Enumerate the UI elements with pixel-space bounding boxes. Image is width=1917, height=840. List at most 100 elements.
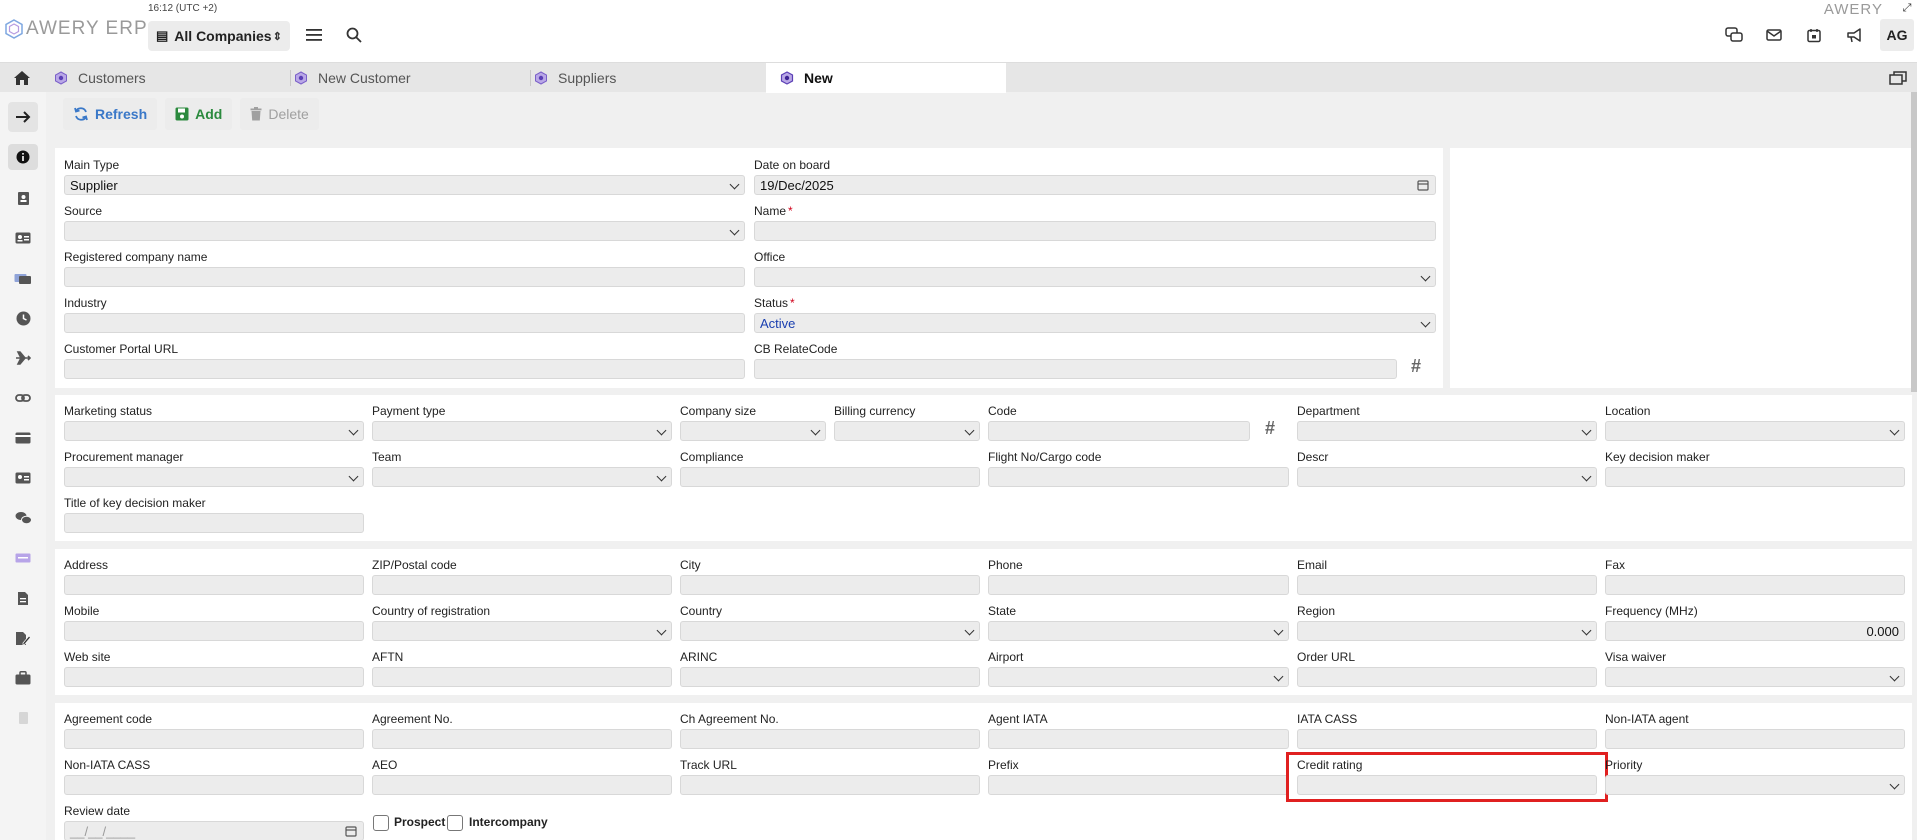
state-select[interactable] <box>988 621 1289 641</box>
sidebar-purple-card-icon[interactable] <box>10 545 36 571</box>
source-select[interactable] <box>64 221 745 241</box>
sidebar-id-card-icon[interactable] <box>10 225 36 251</box>
team-select[interactable] <box>372 467 672 487</box>
add-button[interactable]: Add <box>165 98 233 130</box>
tab-customers[interactable]: Customers <box>40 63 290 93</box>
email-input[interactable] <box>1297 575 1597 595</box>
payment-type-select[interactable] <box>372 421 672 441</box>
main-type-select[interactable]: Supplier <box>64 175 745 195</box>
prospect-checkbox[interactable] <box>373 815 389 831</box>
office-select[interactable] <box>754 267 1436 287</box>
refresh-button[interactable]: Refresh <box>63 98 158 130</box>
billing-currency-select[interactable] <box>834 421 980 441</box>
cb-relate-input[interactable] <box>754 359 1397 379</box>
ch-agreement-no-input[interactable] <box>680 729 980 749</box>
status-select[interactable]: Active <box>754 313 1436 333</box>
hamburger-menu-icon[interactable] <box>302 23 326 47</box>
non-iata-cass-input[interactable] <box>64 775 364 795</box>
app-logo[interactable]: AWERY ERP <box>4 18 148 40</box>
tab-suppliers[interactable]: Suppliers <box>520 63 770 93</box>
flight-no-input[interactable] <box>988 467 1289 487</box>
airport-label: Airport <box>988 650 1024 664</box>
sidebar-contact-book-icon[interactable] <box>10 185 36 211</box>
visa-waiver-select[interactable] <box>1605 667 1905 687</box>
company-size-select[interactable] <box>680 421 826 441</box>
scrollbar[interactable] <box>1911 92 1917 392</box>
sidebar-credit-card-icon[interactable] <box>10 425 36 451</box>
region-select[interactable] <box>1297 621 1597 641</box>
sidebar-briefcase-icon[interactable] <box>10 665 36 691</box>
search-icon[interactable] <box>342 23 366 47</box>
sidebar-document-icon[interactable] <box>10 585 36 611</box>
marketing-status-select[interactable] <box>64 421 364 441</box>
key-decision-maker-input[interactable] <box>1605 467 1905 487</box>
sidebar-clock-icon[interactable] <box>10 305 36 331</box>
compliance-input[interactable] <box>680 467 980 487</box>
home-icon[interactable] <box>12 68 32 88</box>
sidebar-info-icon[interactable] <box>8 144 38 170</box>
arinc-input[interactable] <box>680 667 980 687</box>
descr-select[interactable] <box>1297 467 1597 487</box>
sidebar-comments-icon[interactable] <box>10 505 36 531</box>
procurement-manager-select[interactable] <box>64 467 364 487</box>
date-on-board-input[interactable]: 19/Dec/2025 <box>754 175 1436 195</box>
agreement-code-input[interactable] <box>64 729 364 749</box>
sidebar-edit-document-icon[interactable] <box>10 625 36 651</box>
code-input[interactable] <box>988 421 1250 441</box>
country-select[interactable] <box>680 621 980 641</box>
department-select[interactable] <box>1297 421 1597 441</box>
aeo-input[interactable] <box>372 775 672 795</box>
email-label: Email <box>1297 558 1328 572</box>
track-url-input[interactable] <box>680 775 980 795</box>
sidebar-address-card-icon[interactable] <box>10 465 36 491</box>
review-date-placeholder: __/__/____ <box>70 824 136 839</box>
iata-cass-input[interactable] <box>1297 729 1597 749</box>
delete-button[interactable]: Delete <box>240 98 319 130</box>
sidebar-cards-icon[interactable] <box>10 265 36 291</box>
calendar-icon[interactable] <box>1802 23 1826 47</box>
priority-select[interactable] <box>1605 775 1905 795</box>
name-input[interactable] <box>754 221 1436 241</box>
agent-iata-input[interactable] <box>988 729 1289 749</box>
agreement-no-input[interactable] <box>372 729 672 749</box>
aftn-input[interactable] <box>372 667 672 687</box>
airport-select[interactable] <box>988 667 1289 687</box>
tab-new[interactable]: New <box>766 63 1006 93</box>
title-key-decision-maker-input[interactable] <box>64 513 364 533</box>
city-input[interactable] <box>680 575 980 595</box>
industry-input[interactable] <box>64 313 745 333</box>
sidebar-link-icon[interactable] <box>10 385 36 411</box>
chat-icon[interactable] <box>1722 23 1746 47</box>
website-input[interactable] <box>64 667 364 687</box>
tab-new-customer[interactable]: New Customer <box>280 63 530 93</box>
windows-icon[interactable] <box>1889 70 1907 86</box>
address-input[interactable] <box>64 575 364 595</box>
phone-input[interactable] <box>988 575 1289 595</box>
zip-input[interactable] <box>372 575 672 595</box>
intercompany-checkbox[interactable] <box>447 815 463 831</box>
fax-input[interactable] <box>1605 575 1905 595</box>
non-iata-agent-input[interactable] <box>1605 729 1905 749</box>
key-decision-maker-label: Key decision maker <box>1605 450 1710 464</box>
calendar-icon[interactable] <box>345 825 357 837</box>
company-select[interactable]: ▤ All Companies ⇕ <box>148 21 290 51</box>
calendar-icon[interactable] <box>1417 179 1429 191</box>
sidebar-collapse-arrow-icon[interactable] <box>8 102 38 132</box>
portal-url-input[interactable] <box>64 359 745 379</box>
generate-code-hash-icon[interactable]: # <box>1265 418 1275 439</box>
order-url-input[interactable] <box>1297 667 1597 687</box>
prefix-input[interactable] <box>988 775 1289 795</box>
mobile-input[interactable] <box>64 621 364 641</box>
avatar[interactable]: AG <box>1880 19 1914 51</box>
sidebar-plane-icon[interactable] <box>10 345 36 371</box>
expand-icon[interactable]: ⤢ <box>1897 0 1917 16</box>
generate-hash-icon[interactable]: # <box>1411 356 1421 377</box>
mail-icon[interactable] <box>1762 23 1786 47</box>
location-select[interactable] <box>1605 421 1905 441</box>
review-date-input[interactable]: __/__/____ <box>64 821 364 840</box>
registered-company-input[interactable] <box>64 267 745 287</box>
megaphone-icon[interactable] <box>1842 23 1866 47</box>
frequency-input[interactable]: 0.000 <box>1605 621 1905 641</box>
country-registration-select[interactable] <box>372 621 672 641</box>
sidebar-file-icon[interactable] <box>10 705 36 731</box>
